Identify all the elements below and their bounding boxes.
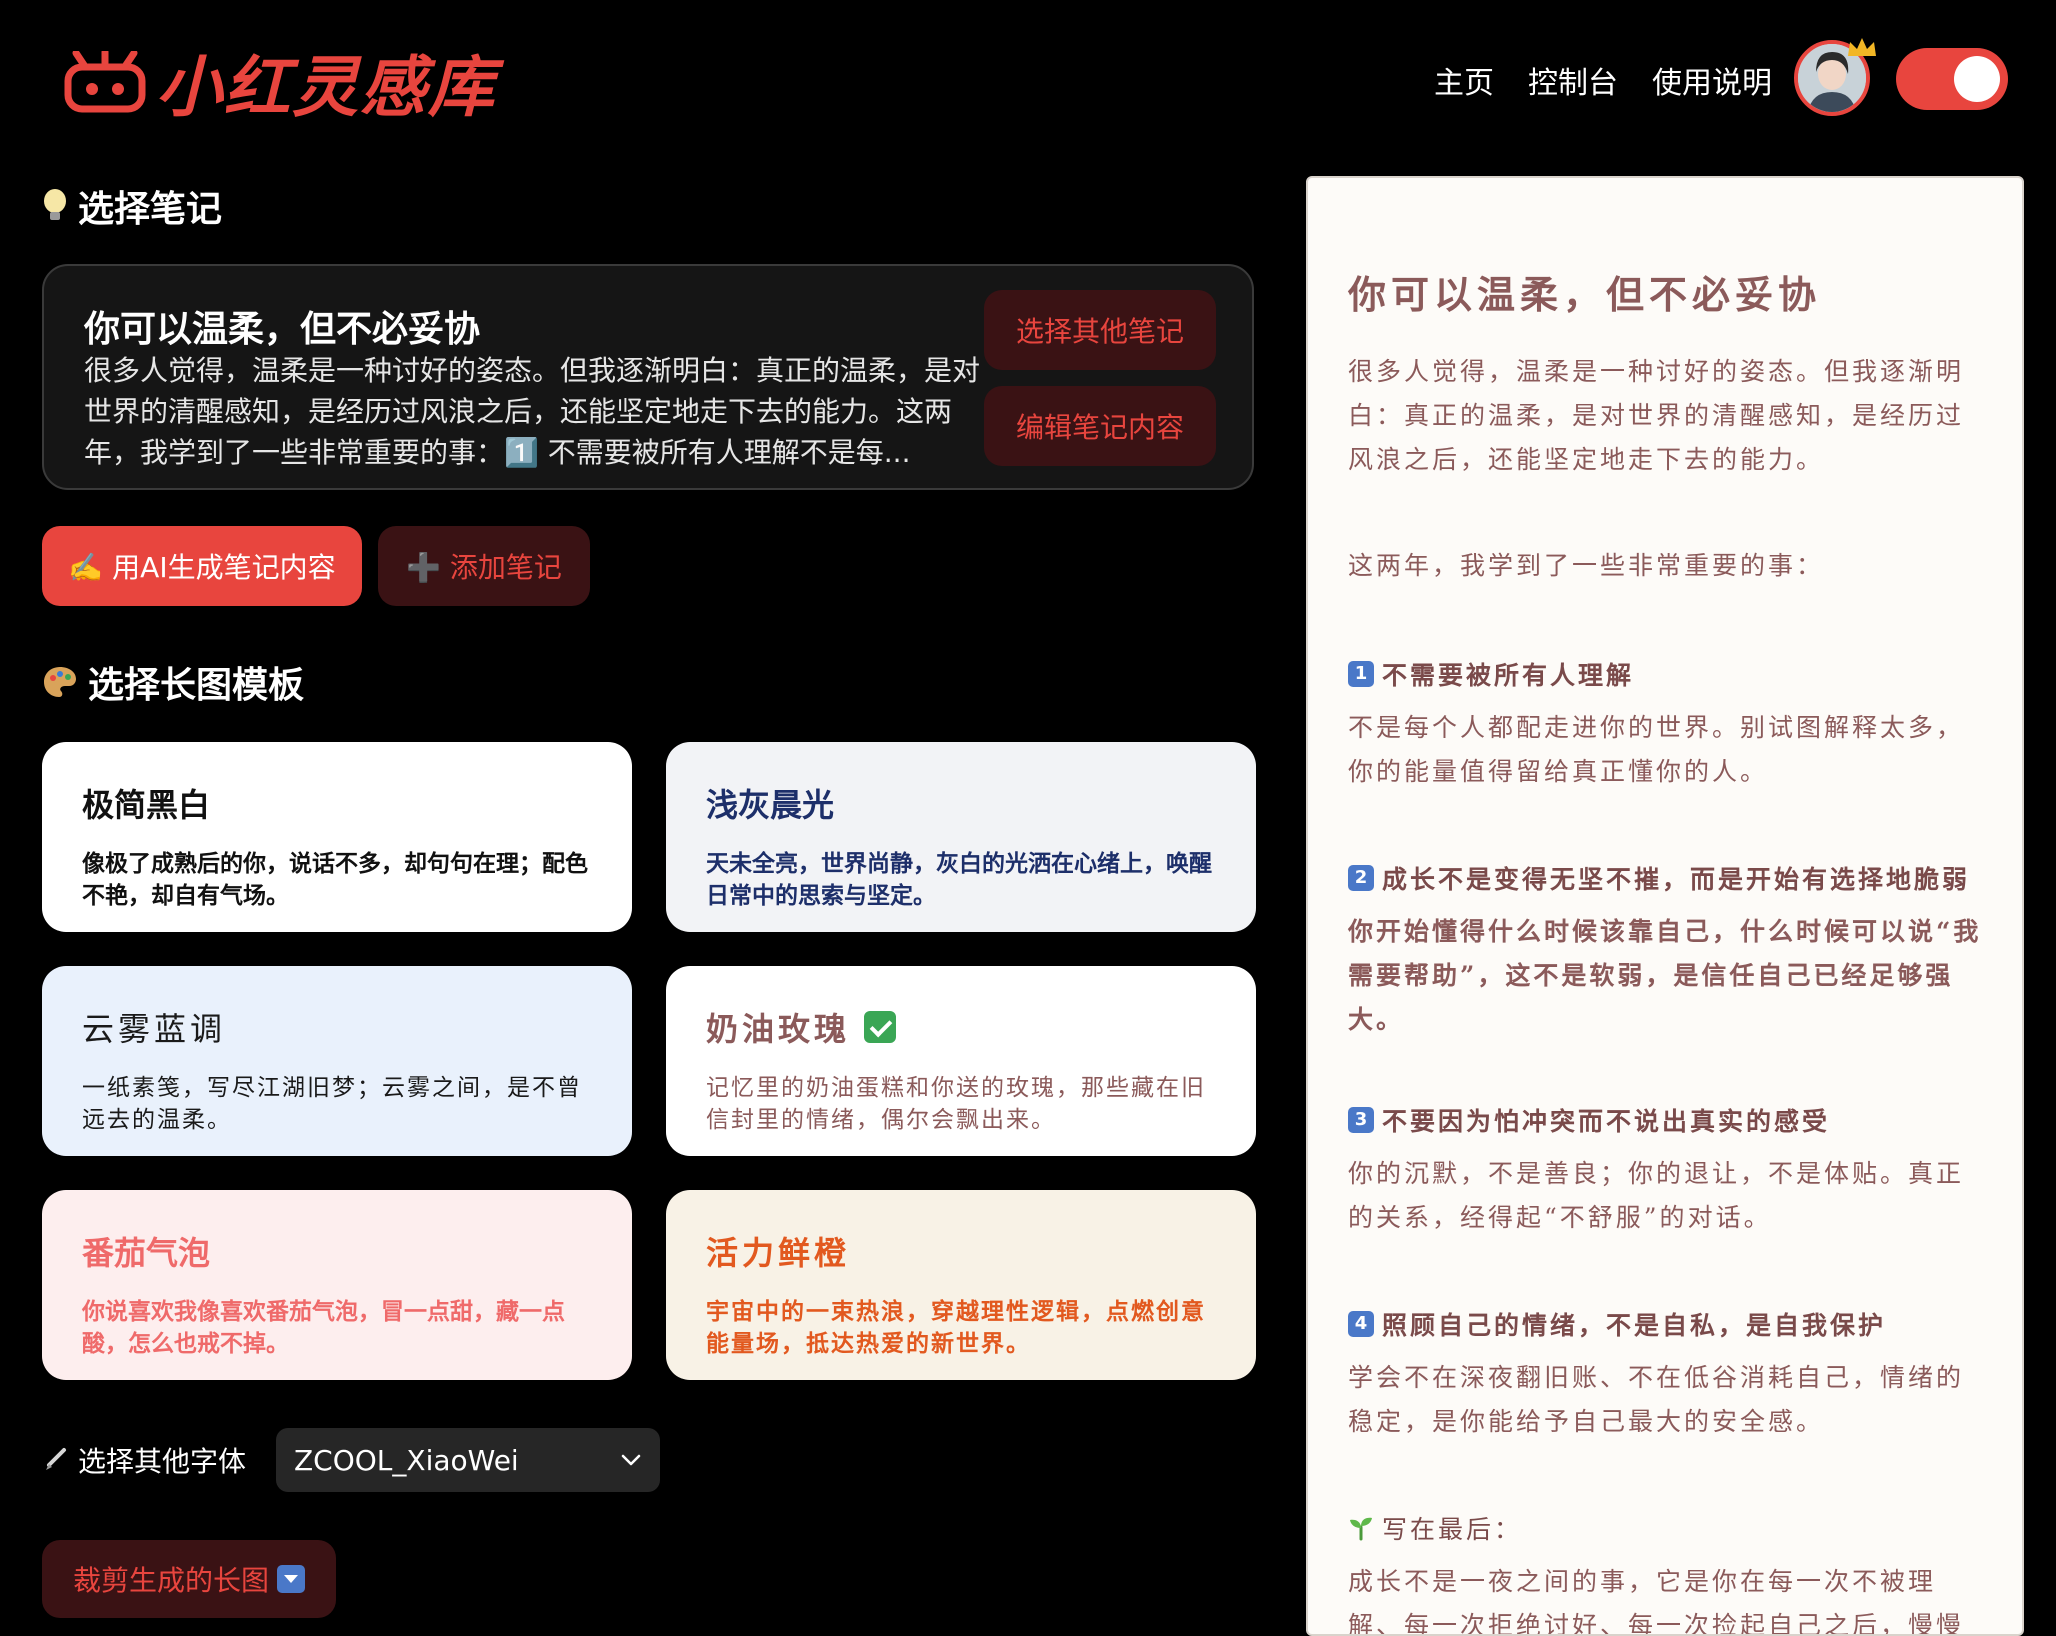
template-desc: 一纸素笺，写尽江湖旧梦；云雾之间，是不曾远去的温柔。 — [82, 1075, 582, 1133]
template-name: 浅灰晨光 — [706, 786, 835, 824]
preview-point-body: 你的沉默，不是善良；你的退让，不是体贴。真正的关系，经得起“不舒服”的对话。 — [1348, 1159, 1965, 1232]
template-name: 番茄气泡 — [82, 1234, 211, 1272]
crop-image-button[interactable]: 裁剪生成的长图 — [42, 1540, 336, 1618]
long-image-preview[interactable]: 你可以温柔，但不必妥协 很多人觉得，温柔是一种讨好的姿态。但我逐渐明白：真正的温… — [1306, 176, 2024, 1636]
template-card-tomato-bubble[interactable]: 番茄气泡 你说喜欢我像喜欢番茄气泡，冒一点甜，藏一点酸，怎么也戒不掉。 — [42, 1190, 632, 1380]
number-two-icon: 2 — [1348, 865, 1374, 891]
preview-title: 你可以温柔，但不必妥协 — [1348, 272, 1822, 317]
font-select[interactable]: ZCOOL_XiaoWei — [276, 1428, 660, 1492]
edit-note-button[interactable]: 编辑笔记内容 — [984, 386, 1216, 466]
palette-icon — [44, 667, 76, 697]
preview-point-body: 学会不在深夜翻旧账、不在低谷消耗自己，情绪的稳定，是你能给予自己最大的安全感。 — [1348, 1363, 1965, 1436]
closing-heading-text: 写在最后： — [1382, 1515, 1523, 1544]
select-note-heading: 选择笔记 — [42, 180, 222, 232]
app-logo[interactable]: 小红灵感库 — [64, 40, 496, 126]
preview-closing-body: 成长不是一夜之间的事，它是你在每一次不被理解、每一次拒绝讨好、每一次捡起自己之后… — [1348, 1567, 1965, 1636]
font-selected-value: ZCOOL_XiaoWei — [294, 1443, 519, 1477]
preview-point-heading: 4 照顾自己的情绪，不是自私，是自我保护 — [1348, 1306, 2008, 1342]
template-card-cloud-blue[interactable]: 云雾蓝调 一纸素笺，写尽江湖旧梦；云雾之间，是不曾远去的温柔。 — [42, 966, 632, 1156]
template-card-cream-rose[interactable]: 奶油玫瑰 记忆里的奶油蛋糕和你送的玫瑰，那些藏在旧信封里的情绪，偶尔会飘出来。 — [666, 966, 1256, 1156]
crop-label: 裁剪生成的长图 — [72, 1564, 269, 1597]
chevron-down-icon — [621, 1454, 641, 1466]
preview-intro: 很多人觉得，温柔是一种讨好的姿态。但我逐渐明白：真正的温柔，是对世界的清醒感知，… — [1348, 357, 1965, 474]
template-name: 活力鲜橙 — [706, 1234, 851, 1272]
template-heading: 选择长图模板 — [42, 656, 304, 708]
preview-closing-heading: 写在最后： — [1348, 1510, 2008, 1546]
template-title: 选择长图模板 — [88, 665, 305, 706]
template-name: 云雾蓝调 — [82, 1010, 227, 1048]
preview-point-heading: 2 成长不是变得无坚不摧，而是开始有选择地脆弱 — [1348, 860, 2008, 896]
ai-generate-button[interactable]: ✍️ 用AI生成笔记内容 — [42, 526, 362, 606]
nav-home[interactable]: 主页 — [1434, 58, 1494, 102]
template-card-gray-dawn[interactable]: 浅灰晨光 天未全亮，世界尚静，灰白的光洒在心绪上，唤醒日常中的思索与坚定。 — [666, 742, 1256, 932]
preview-point-heading: 1 不需要被所有人理解 — [1348, 656, 2008, 692]
choose-other-note-button[interactable]: 选择其他笔记 — [984, 290, 1216, 370]
template-desc: 宇宙中的一束热浪，穿越理性逻辑，点燃创意能量场，抵达热爱的新世界。 — [706, 1298, 1206, 1357]
nav-console[interactable]: 控制台 — [1528, 58, 1618, 102]
template-card-vivid-orange[interactable]: 活力鲜橙 宇宙中的一束热浪，穿越理性逻辑，点燃创意能量场，抵达热爱的新世界。 — [666, 1190, 1256, 1380]
template-name: 极简黑白 — [82, 786, 211, 824]
number-three-icon: 3 — [1348, 1107, 1374, 1133]
note-title: 你可以温柔，但不必妥协 — [84, 309, 481, 350]
logo-text: 小红灵感库 — [156, 48, 496, 126]
logo-icon — [64, 51, 146, 113]
template-card-minimal[interactable]: 极简黑白 像极了成熟后的你，说话不多，却句句在理；配色不艳，却自有气场。 — [42, 742, 632, 932]
preview-point-heading: 3 不要因为怕冲突而不说出真实的感受 — [1348, 1102, 2008, 1138]
font-label-row: 选择其他字体 — [42, 1440, 246, 1480]
point-heading-text: 不要因为怕冲突而不说出真实的感受 — [1382, 1107, 1831, 1136]
point-heading-text: 不需要被所有人理解 — [1382, 661, 1635, 690]
select-note-title: 选择笔记 — [78, 189, 223, 230]
preview-lead: 这两年，我学到了一些非常重要的事： — [1348, 551, 1825, 580]
font-label: 选择其他字体 — [78, 1445, 247, 1478]
down-arrow-icon — [277, 1565, 305, 1593]
selected-check-icon — [864, 1011, 897, 1043]
add-note-button[interactable]: ➕ 添加笔记 — [378, 526, 590, 606]
template-name: 奶油玫瑰 — [706, 1010, 851, 1048]
top-nav: 主页 控制台 使用说明 — [1434, 58, 1772, 102]
template-desc: 你说喜欢我像喜欢番茄气泡，冒一点甜，藏一点酸，怎么也戒不掉。 — [82, 1299, 565, 1357]
theme-toggle[interactable] — [1896, 48, 2008, 110]
template-name-row: 奶油玫瑰 — [706, 1004, 1216, 1050]
lightbulb-icon — [44, 189, 66, 220]
number-one-icon: 1 — [1348, 661, 1374, 687]
note-excerpt: 很多人觉得，温柔是一种讨好的姿态。但我逐渐明白：真正的温柔，是对世界的清醒感知，… — [84, 354, 981, 469]
nav-guide[interactable]: 使用说明 — [1652, 58, 1772, 102]
preview-point-body: 不是每个人都配走进你的世界。别试图解释太多，你的能量值得留给真正懂你的人。 — [1348, 713, 1965, 786]
point-heading-text: 照顾自己的情绪，不是自私，是自我保护 — [1382, 1311, 1887, 1340]
preview-point-body: 你开始懂得什么时候该靠自己，什么时候可以说“我需要帮助”，这不是软弱，是信任自己… — [1348, 917, 1982, 1034]
template-desc: 记忆里的奶油蛋糕和你送的玫瑰，那些藏在旧信封里的情绪，偶尔会飘出来。 — [706, 1075, 1206, 1133]
toggle-knob — [1954, 56, 2000, 102]
crown-icon — [1848, 38, 1876, 56]
seedling-icon — [1350, 1517, 1372, 1541]
point-heading-text: 成长不是变得无坚不摧，而是开始有选择地脆弱 — [1382, 865, 1971, 894]
template-desc: 像极了成熟后的你，说话不多，却句句在理；配色不艳，却自有气场。 — [82, 850, 588, 909]
template-desc: 天未全亮，世界尚静，灰白的光洒在心绪上，唤醒日常中的思索与坚定。 — [706, 850, 1212, 909]
brush-icon — [46, 1448, 66, 1470]
number-four-icon: 4 — [1348, 1311, 1374, 1337]
